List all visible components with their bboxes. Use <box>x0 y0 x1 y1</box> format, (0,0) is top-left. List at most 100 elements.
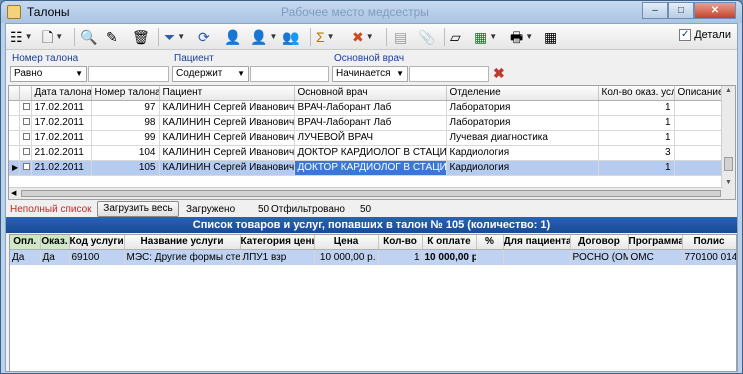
department-cell[interactable]: Лучевая диагностика <box>446 130 599 146</box>
load-all-button[interactable]: Загрузить весь <box>97 201 179 217</box>
doctor-cell[interactable]: ДОКТОР КАРДИОЛОГ В СТАЦИОНАРЕ <box>294 145 447 161</box>
patient-cell[interactable]: КАЛИНИН Сергей Иванович <box>159 130 295 146</box>
column-header[interactable]: Код услуги <box>69 235 125 250</box>
minimize-button[interactable]: – <box>642 2 668 19</box>
service-count-cell[interactable]: 1 <box>598 100 675 116</box>
table-row[interactable]: 17.02.2011 97 КАЛИНИН Сергей Иванович ВР… <box>9 100 724 116</box>
description-cell[interactable] <box>674 100 724 116</box>
column-header[interactable]: Кол-во оказ. услуг <box>598 86 675 101</box>
ticket-date-cell[interactable]: 17.02.2011 <box>31 115 92 131</box>
maximize-button[interactable]: □ <box>668 2 694 19</box>
contract-cell[interactable]: РОСНО (ОМС) <box>570 249 629 265</box>
edit-button[interactable]: ✎ <box>106 28 118 46</box>
column-header[interactable]: Договор <box>570 235 629 250</box>
column-header[interactable]: Оказ. <box>40 235 70 250</box>
department-cell[interactable]: Лаборатория <box>446 100 599 116</box>
close-button[interactable]: ✕ <box>694 2 736 19</box>
service-count-cell[interactable]: 1 <box>598 160 675 176</box>
scroll-down-icon[interactable]: ▼ <box>725 179 732 186</box>
to-pay-cell[interactable]: 10 000,00 р. <box>422 249 477 265</box>
stack-button[interactable]: ▤ <box>394 28 407 46</box>
for-patient-cell[interactable] <box>503 249 571 265</box>
patient-cell[interactable]: КАЛИНИН Сергей Иванович <box>159 145 295 161</box>
table-row[interactable]: 17.02.2011 99 КАЛИНИН Сергей Иванович ЛУ… <box>9 130 724 146</box>
refresh-button[interactable]: ⟳ <box>198 28 210 46</box>
cancel-button[interactable]: ✖ ▼ <box>352 28 374 46</box>
column-header[interactable]: Для пациента <box>503 235 571 250</box>
doctors-button[interactable]: 👥 <box>282 28 299 46</box>
paid-cell[interactable]: Да <box>10 249 41 265</box>
doctor-cell[interactable]: ЛУЧЕВОЙ ВРАЧ <box>294 130 447 146</box>
main-doctor-filter-input[interactable] <box>409 66 489 82</box>
calculator-button[interactable]: ▦ <box>544 28 557 46</box>
scroll-left-icon[interactable]: ◀ <box>11 189 16 197</box>
ticket-date-cell[interactable]: 17.02.2011 <box>31 130 92 146</box>
ticket-date-cell[interactable]: 21.02.2011 <box>31 160 92 176</box>
column-header[interactable]: Кол-во <box>378 235 423 250</box>
done-cell[interactable]: Да <box>40 249 70 265</box>
percent-cell[interactable] <box>476 249 504 265</box>
row-checkbox[interactable] <box>19 160 32 176</box>
new-document-button[interactable]: 🗋 ▼ <box>42 28 63 46</box>
scroll-up-icon[interactable]: ▲ <box>725 87 732 94</box>
print-button[interactable]: 🖶 ▼ <box>510 28 533 46</box>
doctor-cell[interactable]: ВРАЧ-Лаборант Лаб <box>294 100 447 116</box>
quantity-cell[interactable]: 1 <box>378 249 423 265</box>
patient-mode-select[interactable]: Содержит ▼ <box>172 66 249 82</box>
sum-button[interactable]: Σ ▼ <box>316 28 335 46</box>
column-header[interactable]: Название услуги <box>124 235 241 250</box>
description-cell[interactable] <box>674 160 724 176</box>
patient-cell[interactable]: КАЛИНИН Сергей Иванович <box>159 115 295 131</box>
column-header[interactable]: Категория цены <box>240 235 315 250</box>
column-header[interactable]: Отделение <box>446 86 599 101</box>
ticket-number-mode-select[interactable]: Равно ▼ <box>10 66 87 82</box>
search-button[interactable]: 🔍 <box>80 28 97 46</box>
tickets-vertical-scrollbar[interactable]: ▲ ▼ <box>721 86 735 199</box>
report-button[interactable]: ▱ <box>450 28 461 46</box>
price-category-cell[interactable]: ЛПУ1 взр <box>240 249 315 265</box>
title-bar[interactable]: Талоны Рабочее место медсестры – □ ✕ <box>1 1 742 23</box>
doctor-cell[interactable]: ВРАЧ-Лаборант Лаб <box>294 115 447 131</box>
column-header[interactable]: Цена <box>314 235 379 250</box>
service-count-cell[interactable]: 1 <box>598 130 675 146</box>
ticket-number-cell[interactable]: 97 <box>91 100 160 116</box>
policy-cell[interactable]: 770100 01440404 <box>682 249 736 265</box>
delete-button[interactable]: 🗑 <box>132 28 150 46</box>
doctor-cell[interactable]: ДОКТОР КАРДИОЛОГ В СТАЦИОНАРЕ <box>294 160 447 176</box>
column-header[interactable]: % <box>476 235 504 250</box>
row-checkbox[interactable] <box>19 100 32 116</box>
service-count-cell[interactable]: 1 <box>598 115 675 131</box>
selected-table-row[interactable]: ▶ 21.02.2011 105 КАЛИНИН Сергей Иванович… <box>9 160 724 176</box>
table-row[interactable]: 17.02.2011 98 КАЛИНИН Сергей Иванович ВР… <box>9 115 724 131</box>
column-header[interactable]: Номер талона <box>91 86 160 101</box>
description-cell[interactable] <box>674 145 724 161</box>
description-cell[interactable] <box>674 115 724 131</box>
column-header[interactable]: Пациент <box>159 86 295 101</box>
column-header[interactable]: К оплате <box>422 235 477 250</box>
excel-export-button[interactable]: ▦ ▼ <box>474 28 497 46</box>
description-cell[interactable] <box>674 130 724 146</box>
department-cell[interactable]: Лаборатория <box>446 115 599 131</box>
service-code-cell[interactable]: 69100 <box>69 249 125 265</box>
program-cell[interactable]: ОМС <box>628 249 683 265</box>
column-header[interactable]: Программа <box>628 235 683 250</box>
details-check-icon[interactable]: ✓ <box>679 29 692 41</box>
ticket-number-cell[interactable]: 105 <box>91 160 160 176</box>
column-header[interactable]: Полис <box>682 235 736 250</box>
price-cell[interactable]: 10 000,00 р. <box>314 249 379 265</box>
row-checkbox[interactable] <box>19 145 32 161</box>
patient-button[interactable]: 👤 <box>224 28 241 46</box>
attach-button[interactable]: 📎 <box>418 28 435 46</box>
column-header[interactable]: Основной врач <box>294 86 447 101</box>
details-checkbox[interactable]: ✓ Детали <box>679 29 731 41</box>
table-row[interactable]: 21.02.2011 104 КАЛИНИН Сергей Иванович Д… <box>9 145 724 161</box>
row-checkbox[interactable] <box>19 130 32 146</box>
service-name-cell[interactable]: МЭС: Другие формы стенокардии <box>124 249 241 265</box>
scrollbar-thumb[interactable] <box>724 157 733 171</box>
ticket-number-cell[interactable]: 99 <box>91 130 160 146</box>
row-checkbox[interactable] <box>19 115 32 131</box>
ticket-date-cell[interactable]: 21.02.2011 <box>31 145 92 161</box>
patient-cell[interactable]: КАЛИНИН Сергей Иванович <box>159 160 295 176</box>
ticket-date-cell[interactable]: 17.02.2011 <box>31 100 92 116</box>
checkbox-header[interactable] <box>19 86 32 101</box>
